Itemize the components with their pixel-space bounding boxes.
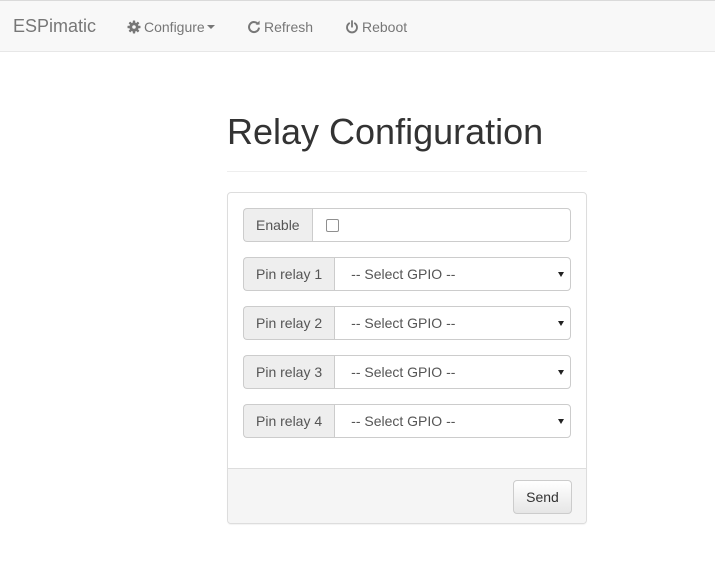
- relay-4-label: Pin relay 4: [243, 404, 335, 438]
- enable-checkbox[interactable]: [325, 218, 339, 232]
- dropdown-arrow-icon: [558, 419, 564, 424]
- relay-form-panel: Enable Pin relay 1 -- Select GPIO -- Pin…: [227, 192, 587, 524]
- dropdown-arrow-icon: [558, 321, 564, 326]
- relay-1-input-group: Pin relay 1 -- Select GPIO --: [243, 257, 571, 291]
- relay-4-select-value: -- Select GPIO --: [351, 413, 456, 429]
- relay-1-label: Pin relay 1: [243, 257, 335, 291]
- relay-2-input-group: Pin relay 2 -- Select GPIO --: [243, 306, 571, 340]
- nav-reboot-label: Reboot: [362, 19, 408, 35]
- send-button[interactable]: Send: [513, 480, 572, 514]
- chevron-down-icon: [206, 25, 215, 29]
- refresh-icon: [246, 20, 261, 35]
- relay-3-select-value: -- Select GPIO --: [351, 364, 456, 380]
- enable-input-group: Enable: [243, 208, 571, 242]
- relay-3-label: Pin relay 3: [243, 355, 335, 389]
- relay-2-select-value: -- Select GPIO --: [351, 315, 456, 331]
- nav-refresh-link[interactable]: Refresh: [246, 18, 313, 36]
- relay-3-input-group: Pin relay 3 -- Select GPIO --: [243, 355, 571, 389]
- nav-configure-dropdown[interactable]: Configure: [126, 18, 215, 36]
- enable-label: Enable: [243, 208, 312, 242]
- relay-2-label: Pin relay 2: [243, 306, 335, 340]
- title-divider: [227, 171, 587, 172]
- relay-1-select[interactable]: -- Select GPIO --: [334, 257, 571, 291]
- dropdown-arrow-icon: [558, 370, 564, 375]
- relay-4-select[interactable]: -- Select GPIO --: [334, 404, 571, 438]
- nav-reboot-link[interactable]: Reboot: [344, 18, 407, 36]
- power-icon: [344, 20, 359, 35]
- relay-3-select[interactable]: -- Select GPIO --: [334, 355, 571, 389]
- navbar: ESPimatic Configure Refresh Reboot: [0, 0, 715, 52]
- gear-icon: [126, 20, 141, 35]
- brand-link[interactable]: ESPimatic: [13, 16, 96, 36]
- dropdown-arrow-icon: [558, 272, 564, 277]
- enable-field: [311, 208, 571, 242]
- page-title: Relay Configuration: [227, 111, 544, 152]
- nav-refresh-label: Refresh: [264, 19, 314, 35]
- nav-configure-label: Configure: [144, 19, 205, 35]
- panel-footer: Send: [228, 468, 586, 523]
- relay-1-select-value: -- Select GPIO --: [351, 266, 456, 282]
- relay-2-select[interactable]: -- Select GPIO --: [334, 306, 571, 340]
- relay-4-input-group: Pin relay 4 -- Select GPIO --: [243, 404, 571, 438]
